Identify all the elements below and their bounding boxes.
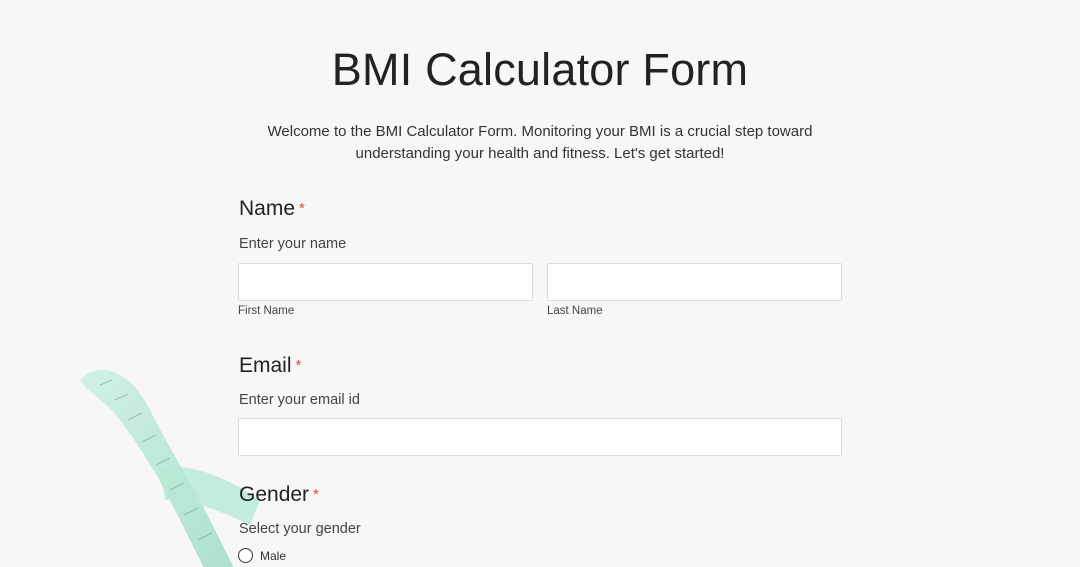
radio-button[interactable] xyxy=(238,548,253,563)
gender-question-label: Gender * xyxy=(239,483,319,507)
gender-label-text: Gender xyxy=(239,483,310,506)
form-description: Welcome to the BMI Calculator Form. Moni… xyxy=(267,123,813,162)
form-title: BMI Calculator Form xyxy=(331,44,749,95)
name-label-text: Name xyxy=(239,197,296,220)
email-input[interactable] xyxy=(238,418,842,456)
last-name-input[interactable] xyxy=(547,263,842,301)
last-name-label: Last Name xyxy=(547,305,603,317)
gender-option-male[interactable]: Male xyxy=(238,548,286,563)
email-label-text: Email xyxy=(239,354,292,377)
gender-option-label: Male xyxy=(260,548,287,563)
required-marker: * xyxy=(295,357,302,374)
name-question-label: Name * xyxy=(239,197,305,221)
gender-subtitle: Select your gender xyxy=(239,521,361,537)
email-subtitle: Enter your email id xyxy=(239,392,360,408)
required-marker: * xyxy=(299,200,305,217)
name-subtitle: Enter your name xyxy=(239,236,347,252)
required-marker: * xyxy=(313,486,319,503)
email-question-label: Email * xyxy=(239,354,301,378)
first-name-label: First Name xyxy=(238,305,295,317)
bmi-form: BMI Calculator Form Welcome to the BMI C… xyxy=(0,0,1080,567)
first-name-input[interactable] xyxy=(238,263,533,301)
